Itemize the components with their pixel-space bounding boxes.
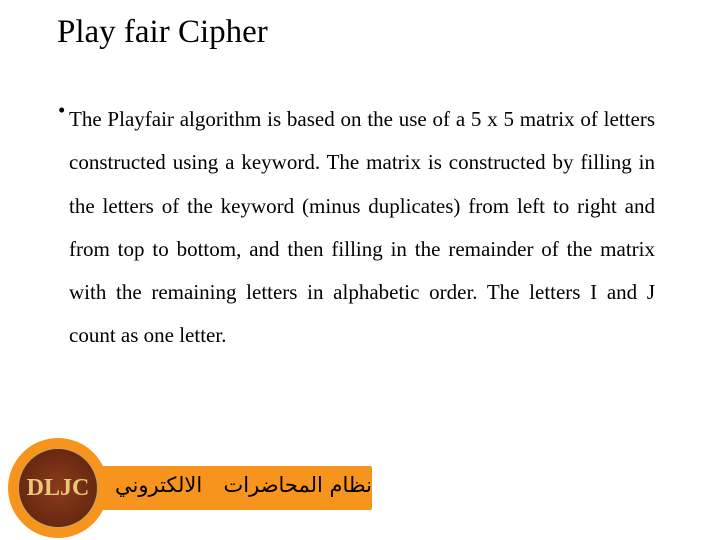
footer-text-left: الالكتروني	[115, 473, 203, 497]
bullet-item: • The Playfair algorithm is based on the…	[58, 98, 655, 358]
university-logo: DLJC	[8, 438, 108, 538]
bullet-icon: •	[58, 98, 66, 122]
slide-title: Play fair Cipher	[57, 14, 268, 50]
logo-seal: DLJC	[18, 448, 98, 528]
footer-text-right: نظام المحاضرات	[223, 473, 373, 497]
footer-banner: نظام المحاضرات الالكتروني	[95, 466, 372, 510]
bullet-text: The Playfair algorithm is based on the u…	[69, 107, 655, 348]
